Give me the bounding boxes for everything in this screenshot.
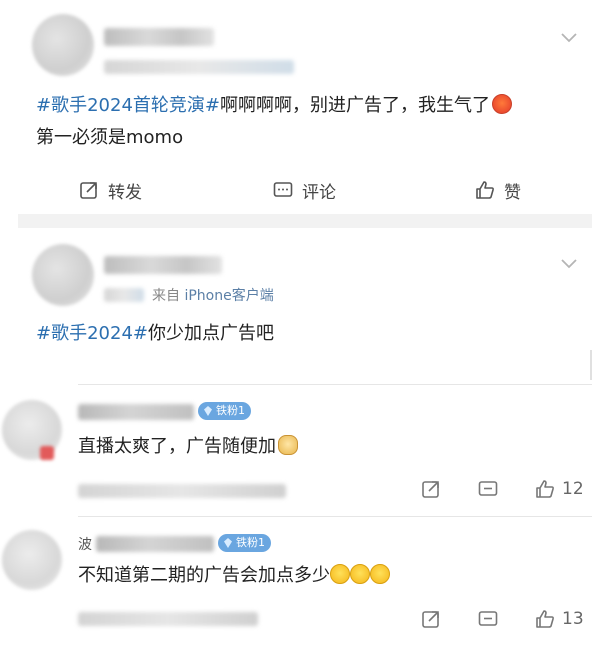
avatar[interactable] (32, 14, 94, 76)
laughing-crying-icon (350, 564, 370, 584)
comment-text: 不知道第二期的广告会加点多少 (78, 562, 390, 589)
comment-reply-button[interactable] (477, 608, 499, 630)
post-meta-blurred (104, 60, 294, 74)
thumbs-up-icon (476, 181, 494, 199)
source-device-link[interactable]: iPhone客户端 (184, 288, 273, 304)
comment-like-button[interactable]: 13 (534, 608, 584, 630)
topic-link[interactable]: #歌手2024首轮竞演# (36, 95, 220, 116)
chevron-down-icon[interactable] (558, 252, 580, 274)
avatar[interactable] (32, 244, 94, 306)
fan-badge[interactable]: 铁粉1 (198, 402, 251, 420)
post-card-1: #歌手2024首轮竞演#啊啊啊啊，别进广告了，我生气了 第一必须是momo 转发… (0, 0, 592, 214)
laughing-crying-icon (370, 564, 390, 584)
like-count: 13 (562, 609, 584, 629)
repost-icon (422, 611, 439, 628)
comment-like-button[interactable]: 12 (534, 478, 584, 500)
comment-icon (478, 481, 498, 496)
comment-username-blurred[interactable] (78, 404, 194, 420)
comment-repost-button[interactable] (420, 608, 442, 630)
comment-text: 直播太爽了，广告随便加 (78, 433, 298, 460)
comment-reply-button[interactable] (477, 478, 499, 500)
comment-button[interactable]: 评论 (272, 170, 336, 210)
username-blurred[interactable] (104, 28, 214, 46)
post-text-line-2: 第一必须是momo (36, 127, 184, 148)
comment-icon (273, 182, 293, 197)
comment-repost-button[interactable] (420, 478, 442, 500)
post-source: 来自 iPhone客户端 (152, 288, 274, 304)
username-blurred[interactable] (104, 256, 222, 274)
comment-avatar[interactable] (2, 530, 62, 590)
comments-separator (78, 384, 592, 385)
thumbs-up-icon (536, 480, 554, 498)
comment-username-prefix[interactable]: 波 (78, 534, 92, 554)
angry-face-icon (491, 94, 512, 114)
comment-meta-blurred (78, 612, 258, 626)
diamond-icon (224, 538, 232, 548)
avatar-decoration (40, 446, 54, 460)
section-divider (18, 214, 592, 228)
repost-button[interactable]: 转发 (78, 170, 142, 210)
comment-separator (78, 516, 592, 517)
comment-meta-blurred (78, 484, 286, 498)
doge-icon (278, 435, 298, 455)
post-time-blurred (104, 288, 144, 302)
chevron-down-icon[interactable] (558, 26, 580, 48)
thumbs-up-icon (536, 610, 554, 628)
post-text-line-1: #歌手2024首轮竞演#啊啊啊啊，别进广告了，我生气了 (36, 92, 512, 119)
repost-icon (422, 481, 439, 498)
post-card-2: 来自 iPhone客户端 #歌手2024#你少加点广告吧 铁粉1 直播太爽了，广… (0, 228, 592, 652)
comment-username-blurred[interactable] (96, 536, 214, 552)
repost-icon (80, 182, 97, 199)
comment-icon (478, 611, 498, 626)
topic-link[interactable]: #歌手2024# (36, 323, 148, 344)
fan-badge[interactable]: 铁粉1 (218, 534, 271, 552)
diamond-icon (204, 406, 212, 416)
post-actions: 转发 评论 赞 (0, 170, 592, 210)
post-text: #歌手2024#你少加点广告吧 (36, 323, 274, 344)
laughing-crying-icon (330, 564, 350, 584)
like-button[interactable]: 赞 (474, 170, 521, 210)
like-count: 12 (562, 479, 584, 499)
